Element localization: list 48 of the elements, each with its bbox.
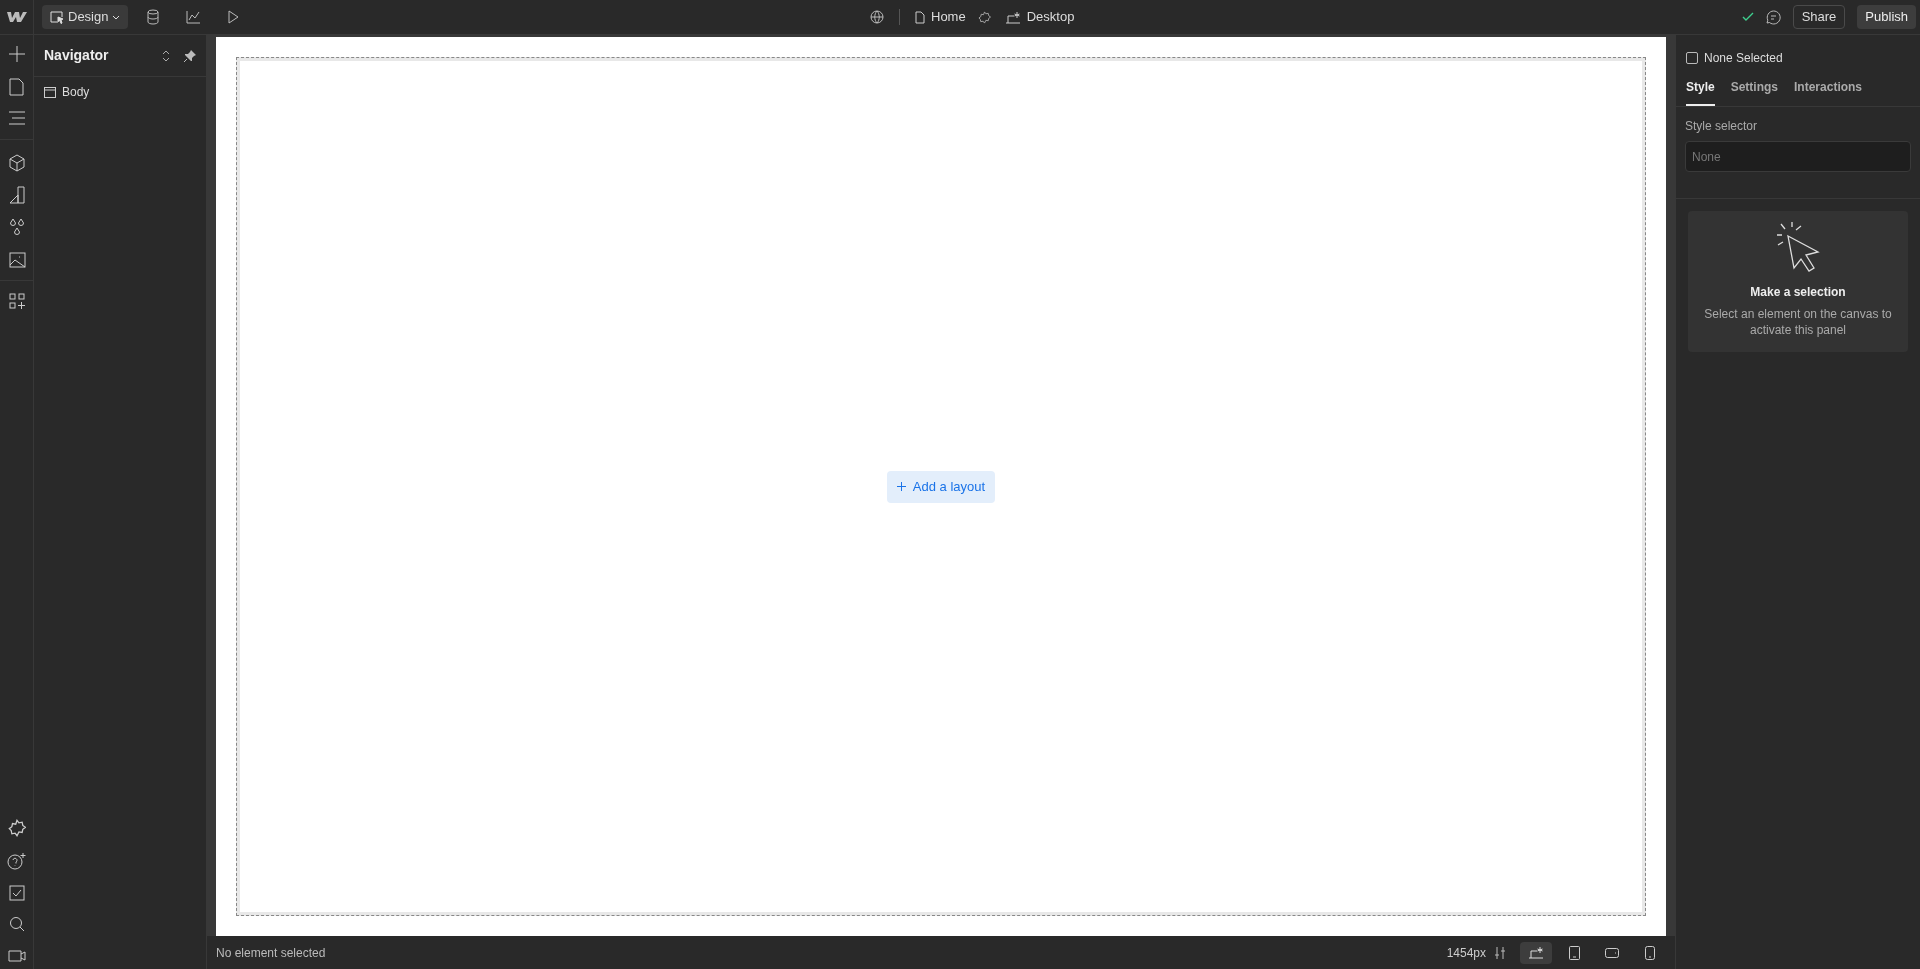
design-mode-button[interactable]: Design [42,5,129,29]
page-button[interactable]: Home [915,7,966,27]
panel-tab[interactable]: Interactions [1794,78,1863,106]
cube-icon[interactable] [7,154,26,172]
panel-tab[interactable]: Style [1686,78,1715,106]
image-icon[interactable] [7,250,26,268]
page-icon[interactable] [9,78,24,96]
navigator-icon[interactable] [7,111,26,125]
search-icon[interactable] [8,916,25,932]
desktop-icon [1004,10,1021,24]
pin-icon[interactable] [184,49,196,62]
empty-state-text: Select an element on the canvas to activate this panel [1703,306,1893,338]
selection-checkbox[interactable] [1686,52,1698,64]
check-icon [1741,12,1754,22]
publish-button[interactable]: Publish [1857,5,1916,29]
width-adjust-icon[interactable] [1494,945,1506,960]
canvas-width[interactable]: 1454px [1446,943,1486,962]
chart-icon[interactable] [186,10,202,24]
panel-title: Navigator [44,46,109,65]
caret-icon [112,14,121,20]
selection-label: None Selected [1704,50,1783,67]
empty-state-title: Make a selection [1750,284,1846,301]
drops-icon[interactable] [7,218,26,236]
panel-tab[interactable]: Settings [1730,78,1779,106]
status-text: No element selected [216,944,326,962]
comment-icon[interactable] [1765,9,1781,25]
frame-icon [44,86,56,98]
page-icon [915,10,925,24]
plus-icon [896,482,906,491]
expand-icon[interactable] [162,49,170,62]
desktop-icon[interactable] [1520,941,1552,964]
play-icon[interactable] [227,10,240,24]
logo-icon[interactable] [6,11,27,23]
cursor-icon [50,10,64,24]
database-icon[interactable] [146,9,161,25]
globe-icon[interactable] [870,10,884,24]
checkbox-icon[interactable] [8,885,25,901]
video-icon[interactable] [7,947,26,963]
style-selector-field[interactable]: None [1685,141,1911,172]
breakpoint-button[interactable]: Desktop [1004,7,1075,27]
share-button[interactable]: Share [1792,5,1846,29]
component-icon[interactable] [7,186,26,204]
field-label: Style selector [1685,118,1759,135]
navigator-item[interactable]: Body [34,83,206,101]
apps-icon[interactable] [8,293,25,309]
add-layout-button[interactable]: Add a layout [886,470,996,503]
help-icon[interactable] [6,852,27,870]
plus-icon[interactable] [7,45,26,63]
